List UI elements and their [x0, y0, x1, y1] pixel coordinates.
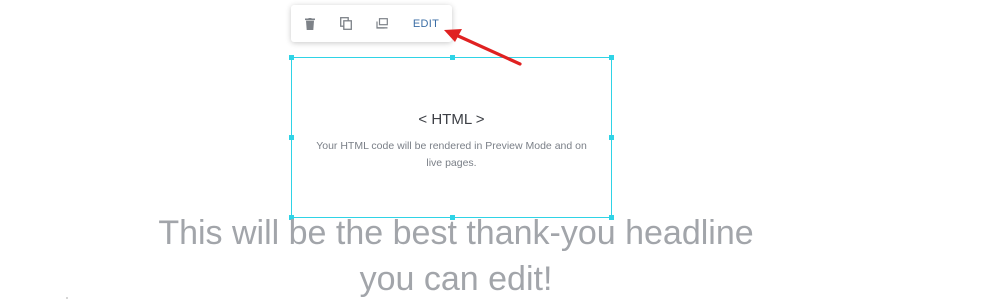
resize-handle-top-left[interactable] — [289, 55, 294, 60]
widget-description: Your HTML code will be rendered in Previ… — [316, 140, 587, 169]
html-widget[interactable]: < HTML > Your HTML code will be rendered… — [289, 55, 614, 220]
resize-handle-right[interactable] — [609, 135, 614, 140]
trash-icon — [305, 17, 315, 30]
resize-handle-left[interactable] — [289, 135, 294, 140]
resize-handle-top[interactable] — [450, 55, 455, 60]
widget-toolbar: EDIT — [291, 5, 452, 42]
copy-button[interactable] — [371, 5, 393, 42]
duplicate-icon — [340, 17, 352, 30]
duplicate-button[interactable] — [335, 5, 357, 42]
stray-dot — [66, 297, 68, 299]
editor-canvas: EDIT < HTML > Your HTML code will be ren… — [0, 0, 999, 305]
widget-title: < HTML > — [418, 111, 485, 128]
page-headline[interactable]: This will be the best thank-you headline… — [150, 210, 762, 302]
resize-handle-top-right[interactable] — [609, 55, 614, 60]
edit-button[interactable]: EDIT — [406, 5, 446, 42]
copy-icon — [376, 18, 388, 29]
delete-button[interactable] — [300, 5, 320, 42]
